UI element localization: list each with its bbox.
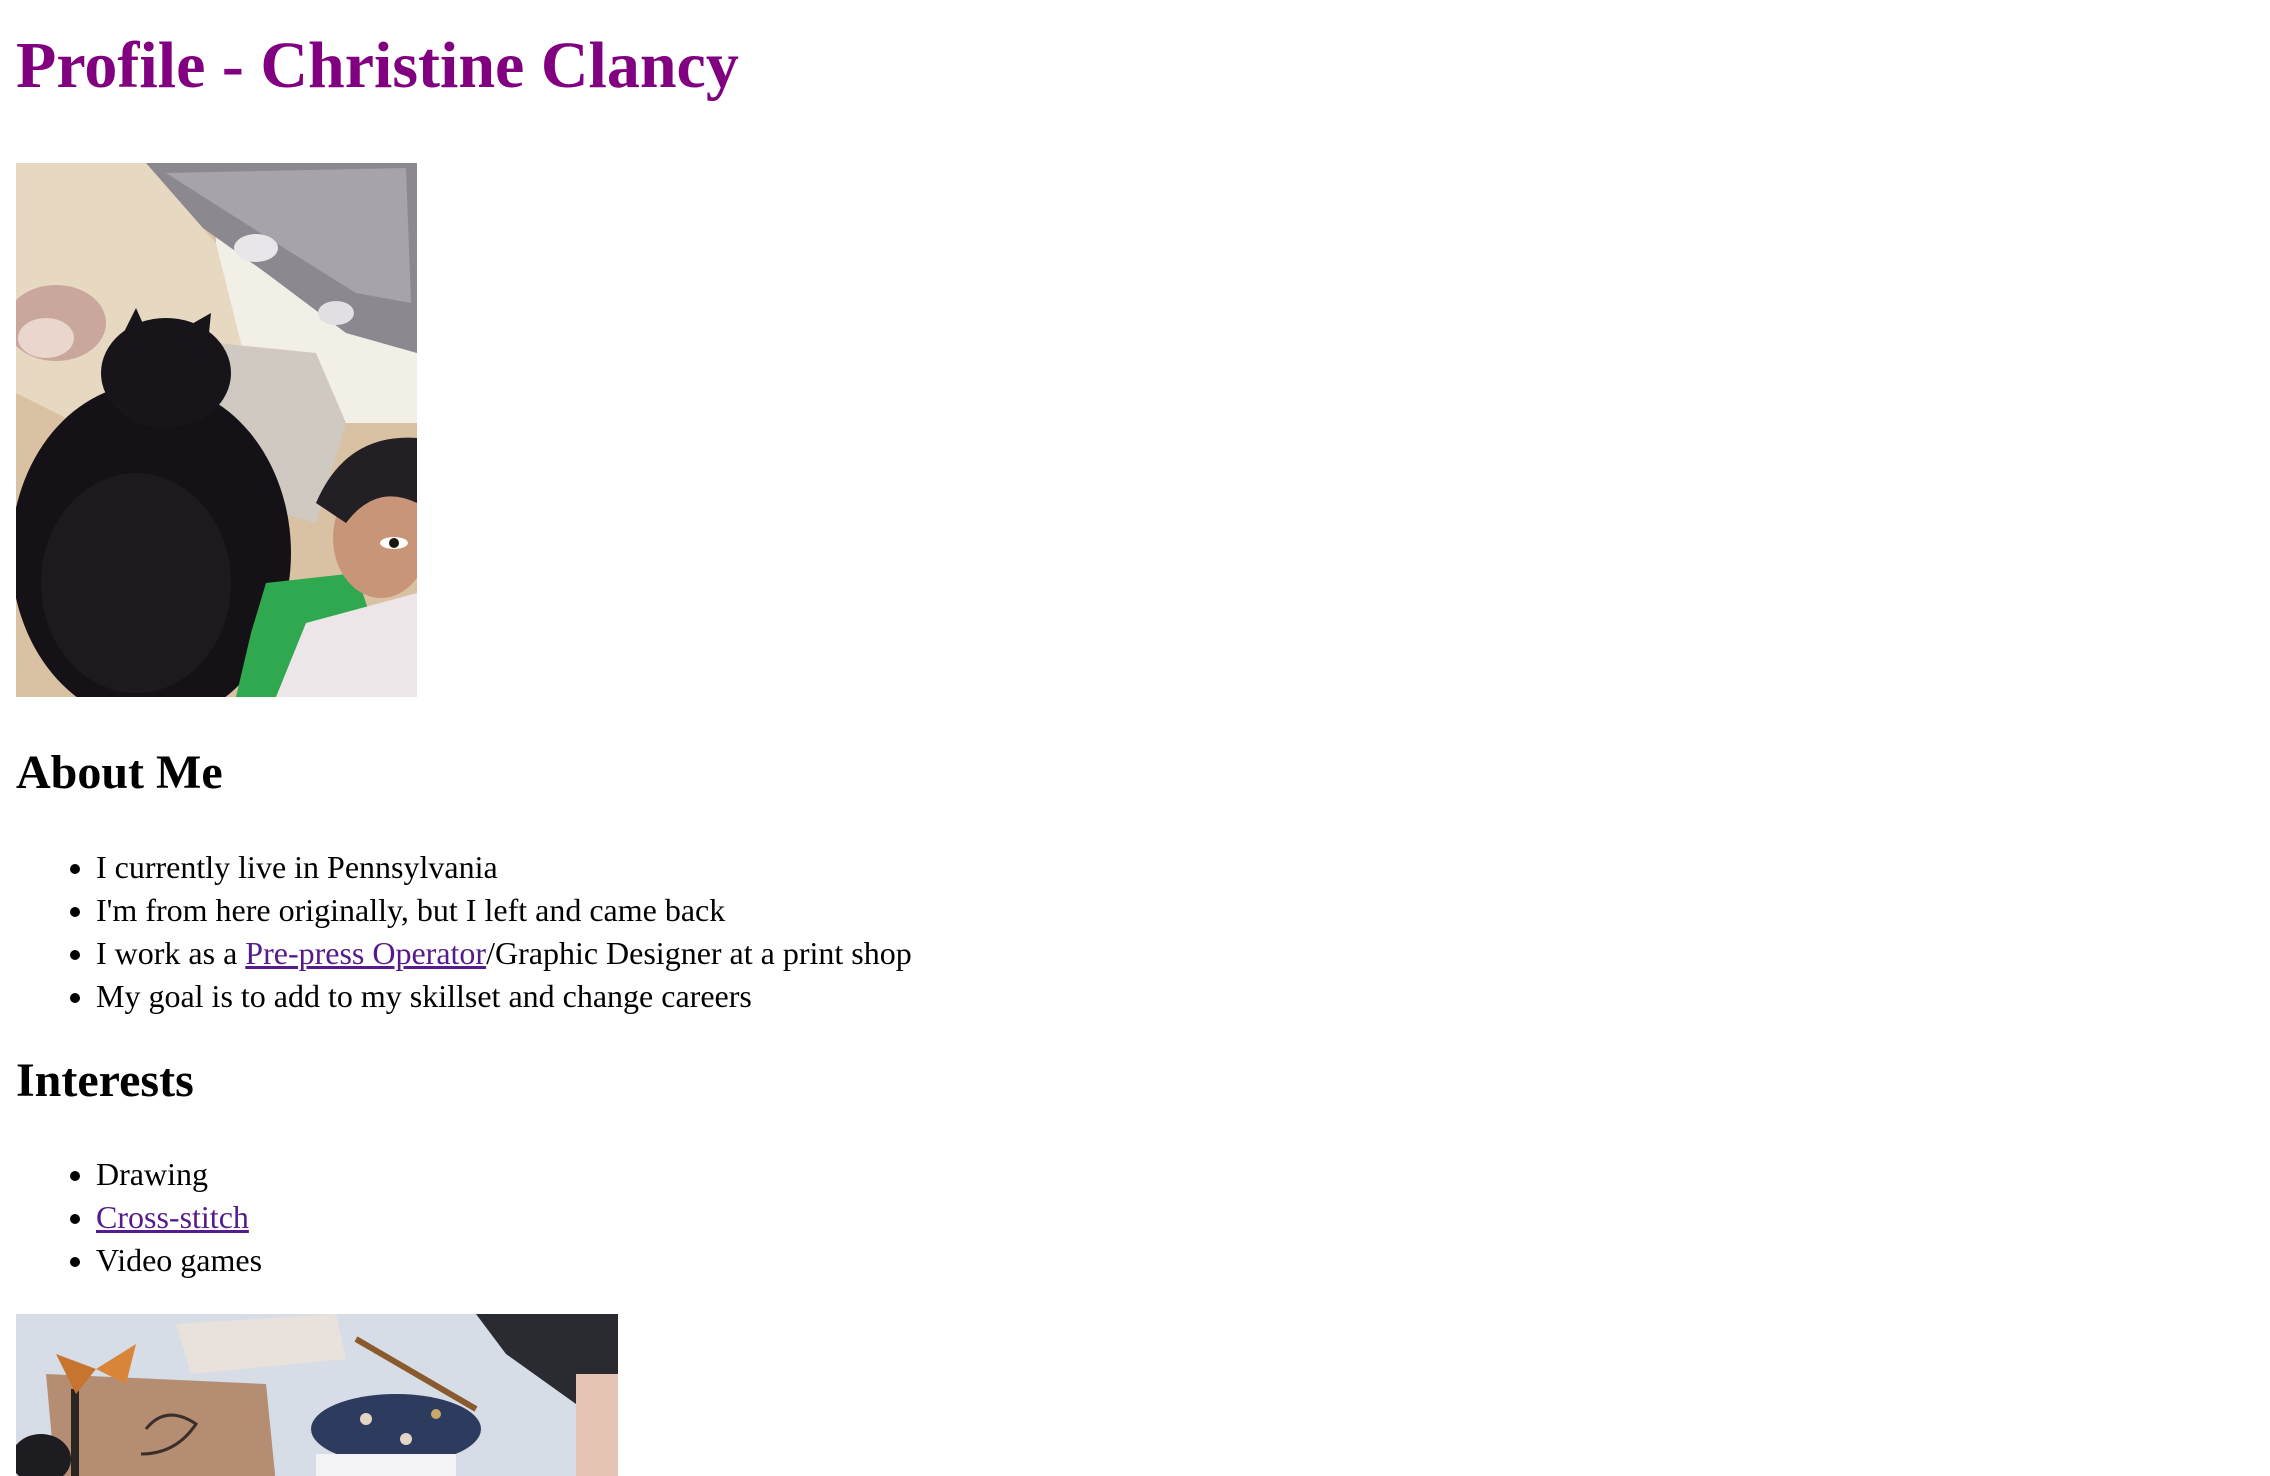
about-item-prefix: I work as a	[96, 935, 246, 971]
about-item-text: I'm from here originally, but I left and…	[96, 892, 726, 928]
interest-item-text: Video games	[96, 1242, 263, 1278]
about-item: My goal is to add to my skillset and cha…	[96, 975, 912, 1018]
prepress-operator-link[interactable]: Pre-press Operator	[245, 935, 486, 971]
about-item-suffix: /Graphic Designer at a print shop	[486, 935, 912, 971]
cross-stitch-link[interactable]: Cross-stitch	[96, 1199, 249, 1235]
interests-heading: Interests	[16, 1054, 194, 1107]
interests-list: Drawing Cross-stitch Video games	[16, 1153, 262, 1282]
about-item-text: My goal is to add to my skillset and cha…	[96, 978, 752, 1014]
hobbies-photo	[16, 1314, 618, 1476]
about-item-text: I currently live in Pennsylvania	[96, 849, 498, 885]
page-title: Profile - Christine Clancy	[16, 29, 739, 102]
about-item: I work as a Pre-press Operator/Graphic D…	[96, 932, 912, 975]
about-heading: About Me	[16, 746, 223, 799]
interest-item: Drawing	[96, 1153, 262, 1196]
interest-item: Video games	[96, 1239, 262, 1282]
profile-photo	[16, 163, 417, 697]
interest-item: Cross-stitch	[96, 1196, 262, 1239]
about-item: I currently live in Pennsylvania	[96, 846, 912, 889]
interest-item-text: Drawing	[96, 1156, 208, 1192]
about-list: I currently live in Pennsylvania I'm fro…	[16, 846, 912, 1018]
about-item: I'm from here originally, but I left and…	[96, 889, 912, 932]
